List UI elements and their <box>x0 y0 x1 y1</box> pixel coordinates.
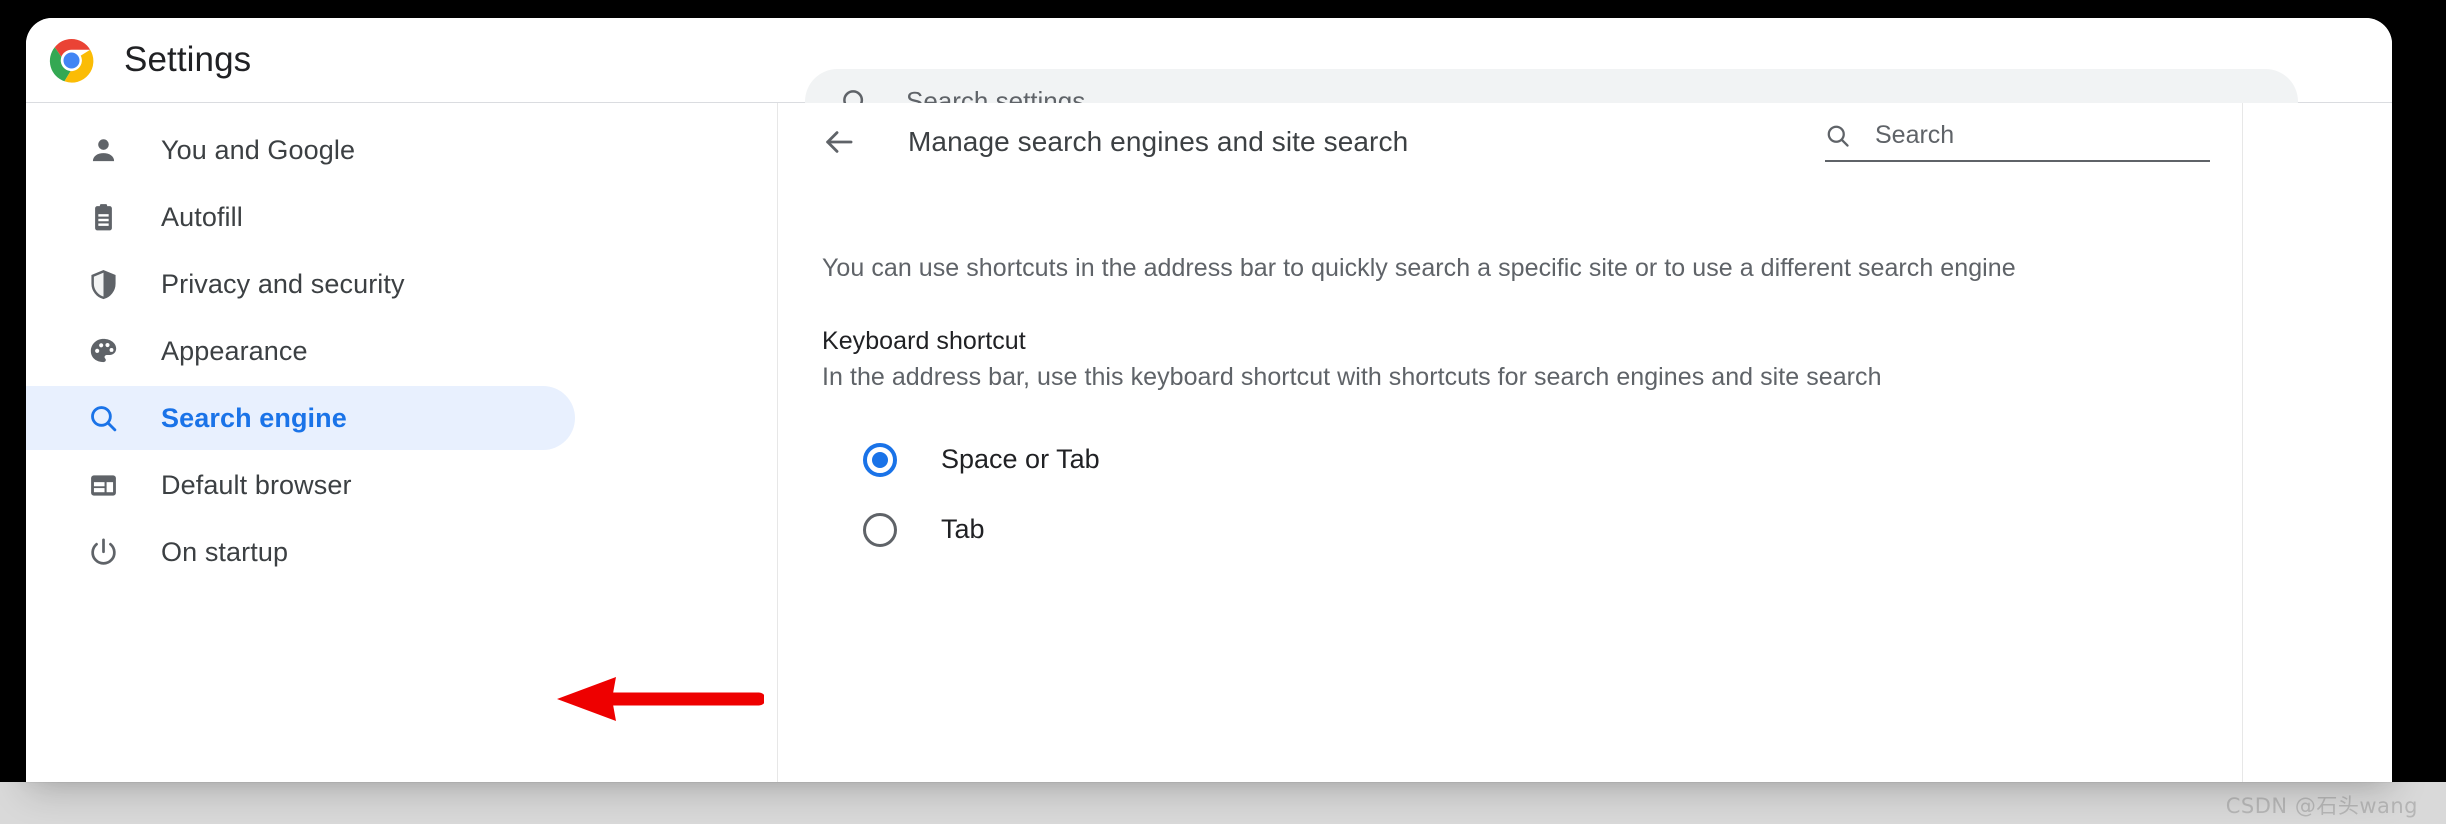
keyboard-shortcut-title: Keyboard shortcut <box>822 327 1026 355</box>
radio-button-unselected-icon[interactable] <box>863 512 897 547</box>
intro-description: You can use shortcuts in the address bar… <box>822 254 2016 282</box>
chrome-settings-window: Settings Search settings You and Google … <box>26 18 2392 782</box>
manage-search-placeholder: Search <box>1875 121 1955 149</box>
search-icon <box>86 401 120 435</box>
sidebar-item-you-and-google[interactable]: You and Google <box>26 118 777 182</box>
keyboard-shortcut-radio-group: Space or Tab Tab <box>779 426 2242 563</box>
sidebar-item-default-browser[interactable]: Default browser <box>26 453 777 517</box>
sidebar-item-label: Autofill <box>161 201 243 232</box>
sidebar-item-label: Privacy and security <box>161 268 405 299</box>
sidebar-item-on-startup[interactable]: On startup <box>26 520 777 584</box>
page-title: Settings <box>124 40 252 79</box>
settings-header: Settings Search settings <box>26 18 2392 134</box>
screenshot-root: CSDN @石头wang Settings Search settings Yo… <box>0 0 2446 824</box>
sidebar-item-privacy-and-security[interactable]: Privacy and security <box>26 252 777 316</box>
settings-sidebar: You and Google Autofill Privacy and secu… <box>26 103 778 782</box>
settings-body: You and Google Autofill Privacy and secu… <box>26 103 2392 782</box>
sidebar-item-label: Default browser <box>161 469 352 500</box>
power-icon <box>86 535 120 569</box>
radio-option-label: Space or Tab <box>941 444 1100 474</box>
person-icon <box>86 133 120 167</box>
sidebar-item-label: Search engine <box>161 402 347 433</box>
sidebar-item-search-engine[interactable]: Search engine <box>26 386 575 450</box>
radio-option-space-or-tab[interactable]: Space or Tab <box>779 426 2242 493</box>
sidebar-item-label: Appearance <box>161 335 308 366</box>
sidebar-item-label: On startup <box>161 536 289 567</box>
keyboard-shortcut-description: In the address bar, use this keyboard sh… <box>822 363 1882 391</box>
sidebar-item-autofill[interactable]: Autofill <box>26 185 777 249</box>
palette-icon <box>86 334 120 368</box>
watermark-text: CSDN @石头wang <box>2225 794 2418 818</box>
shield-icon <box>86 267 120 301</box>
content-header: Manage search engines and site search Se… <box>779 103 2242 181</box>
manage-search-input[interactable]: Search <box>1825 121 2210 162</box>
content-right-gutter <box>2244 103 2392 782</box>
chrome-logo-icon <box>48 37 95 84</box>
radio-button-selected-icon[interactable] <box>863 442 897 477</box>
content-title: Manage search engines and site search <box>908 126 1409 157</box>
content-pane: Manage search engines and site search Se… <box>779 103 2243 782</box>
browser-window-icon <box>86 468 120 502</box>
red-arrow-left-icon <box>554 675 766 723</box>
sidebar-item-appearance[interactable]: Appearance <box>26 319 777 383</box>
radio-option-tab[interactable]: Tab <box>779 496 2242 563</box>
radio-option-label: Tab <box>941 514 985 544</box>
header-left-group: Settings <box>26 37 478 84</box>
clipboard-icon <box>86 200 120 234</box>
desktop-background-band <box>0 782 2446 824</box>
sidebar-item-label: You and Google <box>161 134 356 165</box>
arrow-left-icon[interactable] <box>822 125 856 159</box>
search-icon <box>1825 123 1851 149</box>
